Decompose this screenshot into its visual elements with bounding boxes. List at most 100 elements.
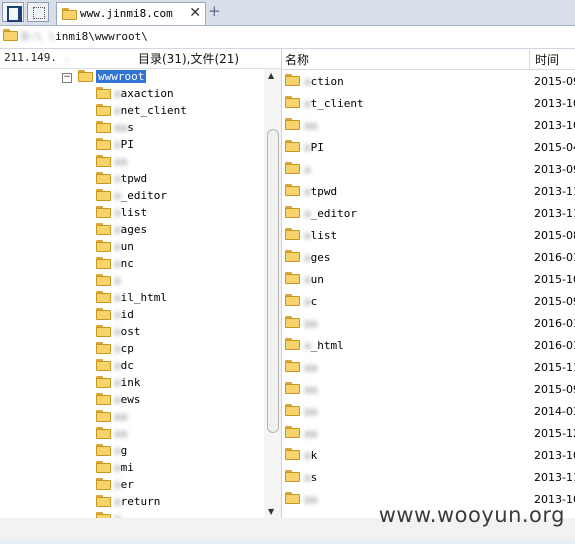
folder-icon	[96, 189, 111, 201]
file-row[interactable]: ac 2015-09	[282, 291, 575, 313]
file-name-redacted: a	[304, 97, 311, 110]
tree-item[interactable]: acp	[96, 341, 261, 358]
directory-tree-panel: 211.149. . 目录(31),文件(21) − wwwroot aaxac…	[0, 48, 281, 518]
file-row[interactable]: aa 2013-10	[282, 115, 575, 137]
file-row[interactable]: aa 2015-11	[282, 357, 575, 379]
folder-icon	[285, 382, 300, 394]
tree-item[interactable]: aost	[96, 324, 261, 341]
file-row[interactable]: action 2015-09	[282, 71, 575, 93]
tree-item[interactable]: areturn	[96, 494, 261, 511]
tree-item-label: aPI	[114, 138, 134, 151]
file-name: as	[304, 471, 317, 484]
tree-item-visible: s	[127, 121, 134, 134]
tree-item-label: anet_client	[114, 104, 187, 117]
file-row[interactable]: aa 2016-01	[282, 313, 575, 335]
file-time: 2016-01	[534, 251, 575, 264]
file-list-header: 名称 时间	[282, 48, 575, 70]
path-input[interactable]: D:\ \inmi8\wwwroot\	[22, 30, 148, 43]
folder-icon	[285, 206, 300, 218]
file-row[interactable]: ak 2013-10	[282, 445, 575, 467]
file-time: 2015-09	[534, 75, 575, 88]
folder-icon	[96, 155, 111, 167]
tree-item-redacted: aa	[114, 427, 128, 440]
tree-item[interactable]: anet_client	[96, 103, 261, 120]
directory-tree[interactable]: − wwwroot aaxaction anet_client aas aPI aa at…	[0, 69, 264, 518]
tree-scrollbar[interactable]: ▲ ▼	[264, 69, 281, 518]
file-row[interactable]: a_html 2016-01	[282, 335, 575, 357]
tree-item-redacted: a	[114, 223, 121, 236]
app-menu-icon[interactable]	[2, 2, 24, 22]
tree-item[interactable]: anc	[96, 256, 261, 273]
tree-item[interactable]: a	[96, 511, 261, 518]
tree-item[interactable]: aid	[96, 307, 261, 324]
tab-site[interactable]: www.jinmi8.com ✕	[56, 2, 206, 25]
tree-item[interactable]: alist	[96, 205, 261, 222]
file-time: 2015-10	[534, 273, 575, 286]
path-redacted: D:\ \	[22, 30, 56, 43]
folder-icon	[96, 342, 111, 354]
folder-icon	[285, 470, 300, 482]
folder-icon	[96, 308, 111, 320]
file-row[interactable]: aa 2014-03	[282, 401, 575, 423]
file-row[interactable]: a 2013-09	[282, 159, 575, 181]
tree-item-redacted: a	[114, 376, 121, 389]
watermark: www.wooyun.org	[378, 503, 565, 527]
tree-item[interactable]: a_editor	[96, 188, 261, 205]
file-name-redacted: a	[304, 207, 311, 220]
column-divider[interactable]	[529, 48, 530, 69]
tree-item[interactable]: aink	[96, 375, 261, 392]
column-header-time[interactable]: 时间	[535, 51, 559, 68]
file-name-redacted: aa	[304, 427, 318, 440]
scrollbar-thumb[interactable]	[267, 129, 279, 433]
tree-item-label: ami	[114, 461, 134, 474]
tree-item[interactable]: aages	[96, 222, 261, 239]
tree-item[interactable]: a	[96, 273, 261, 290]
file-name-redacted: aa	[304, 119, 318, 132]
file-row[interactable]: aa 2015-09	[282, 379, 575, 401]
file-row[interactable]: ages 2016-01	[282, 247, 575, 269]
folder-icon	[285, 140, 300, 152]
tree-item[interactable]: aaxaction	[96, 86, 261, 103]
server-ip: 211.149. .	[4, 51, 70, 64]
tree-item-visible: er	[120, 478, 134, 491]
collapse-icon[interactable]: −	[62, 73, 72, 83]
file-row[interactable]: at_client 2013-10	[282, 93, 575, 115]
tree-item-label: areturn	[114, 495, 160, 508]
file-row[interactable]: alist 2015-08	[282, 225, 575, 247]
tree-item[interactable]: aer	[96, 477, 261, 494]
path-bar[interactable]: D:\ \inmi8\wwwroot\	[0, 26, 575, 49]
tree-item[interactable]: ami	[96, 460, 261, 477]
scroll-up-icon[interactable]: ▲	[268, 71, 274, 80]
tree-item[interactable]: aa	[96, 409, 261, 426]
file-row[interactable]: aPI 2015-04	[282, 137, 575, 159]
column-header-name[interactable]: 名称	[285, 51, 309, 68]
tree-item[interactable]: aun	[96, 239, 261, 256]
tree-item[interactable]: atpwd	[96, 171, 261, 188]
tree-item[interactable]: ag	[96, 443, 261, 460]
tree-item[interactable]: aews	[96, 392, 261, 409]
tree-item[interactable]: ail_html	[96, 290, 261, 307]
tree-item[interactable]: aa	[96, 426, 261, 443]
tree-root-label[interactable]: wwwroot	[96, 70, 147, 83]
tree-item[interactable]: aa	[96, 154, 261, 171]
file-row[interactable]: aa 2015-12	[282, 423, 575, 445]
close-tab-icon[interactable]: ✕	[189, 5, 201, 21]
folder-icon	[285, 118, 300, 130]
file-row[interactable]: a_editor 2013-11	[282, 203, 575, 225]
tree-item-label: aa	[114, 427, 127, 440]
toggle-panel-icon[interactable]	[27, 2, 49, 22]
tree-item[interactable]: adc	[96, 358, 261, 375]
tree-item-label: a	[114, 274, 121, 287]
scroll-down-icon[interactable]: ▼	[268, 507, 274, 516]
file-row[interactable]: atpwd 2013-11	[282, 181, 575, 203]
file-time: 2015-08	[534, 229, 575, 242]
folder-icon	[96, 240, 111, 252]
tree-item[interactable]: aas	[96, 120, 261, 137]
file-row[interactable]: aun 2015-10	[282, 269, 575, 291]
file-row[interactable]: as 2013-11	[282, 467, 575, 489]
tree-root-row[interactable]: − wwwroot	[0, 69, 260, 86]
tree-item[interactable]: aPI	[96, 137, 261, 154]
file-name-redacted: aa	[304, 361, 318, 374]
folder-icon	[285, 74, 300, 86]
new-tab-button[interactable]: +	[208, 2, 221, 20]
